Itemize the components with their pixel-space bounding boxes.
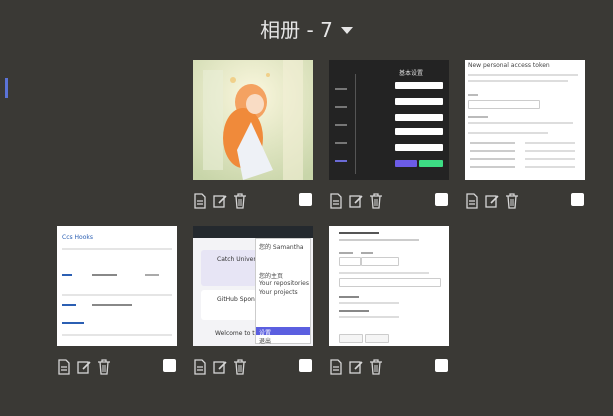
caret-down-icon[interactable] bbox=[340, 26, 353, 34]
trash-icon[interactable] bbox=[369, 359, 383, 375]
edit-icon[interactable] bbox=[77, 359, 91, 375]
photo-thumbnail[interactable]: New personal access token bbox=[465, 60, 585, 180]
photo-thumbnail[interactable] bbox=[329, 226, 449, 346]
photo-thumbnail[interactable]: Ccs Hooks bbox=[57, 226, 177, 346]
select-checkbox[interactable] bbox=[435, 193, 448, 206]
edit-icon[interactable] bbox=[213, 359, 227, 375]
trash-icon[interactable] bbox=[233, 359, 247, 375]
document-icon[interactable] bbox=[193, 359, 207, 375]
photo-card-3[interactable]: New personal access token bbox=[465, 60, 585, 220]
side-indicator bbox=[5, 78, 8, 98]
document-icon[interactable] bbox=[329, 359, 343, 375]
trash-icon[interactable] bbox=[369, 193, 383, 209]
anime-illustration bbox=[193, 60, 313, 180]
edit-icon[interactable] bbox=[349, 193, 363, 209]
edit-icon[interactable] bbox=[213, 193, 227, 209]
trash-icon[interactable] bbox=[97, 359, 111, 375]
photo-thumbnail[interactable] bbox=[193, 60, 313, 180]
photo-thumbnail[interactable]: 基本设置 bbox=[329, 60, 449, 180]
edit-icon[interactable] bbox=[485, 193, 499, 209]
photo-card-2[interactable]: 基本设置 bbox=[329, 60, 449, 220]
select-checkbox[interactable] bbox=[163, 359, 176, 372]
photo-thumbnail[interactable]: Catch Universe GitHub Sponsors Welcome t… bbox=[193, 226, 313, 346]
trash-icon[interactable] bbox=[505, 193, 519, 209]
photo-card-4[interactable]: Ccs Hooks bbox=[57, 226, 177, 386]
photo-card-6[interactable] bbox=[329, 226, 449, 386]
document-icon[interactable] bbox=[57, 359, 71, 375]
edit-icon[interactable] bbox=[349, 359, 363, 375]
album-title: 相册 - 7 bbox=[260, 18, 333, 42]
trash-icon[interactable] bbox=[233, 193, 247, 209]
select-checkbox[interactable] bbox=[299, 193, 312, 206]
document-icon[interactable] bbox=[465, 193, 479, 209]
document-icon[interactable] bbox=[193, 193, 207, 209]
select-checkbox[interactable] bbox=[435, 359, 448, 372]
album-header[interactable]: 相册 - 7 bbox=[0, 14, 613, 43]
select-checkbox[interactable] bbox=[571, 193, 584, 206]
document-icon[interactable] bbox=[329, 193, 343, 209]
photo-card-1[interactable] bbox=[193, 60, 313, 220]
select-checkbox[interactable] bbox=[299, 359, 312, 372]
photo-card-5[interactable]: Catch Universe GitHub Sponsors Welcome t… bbox=[193, 226, 313, 386]
